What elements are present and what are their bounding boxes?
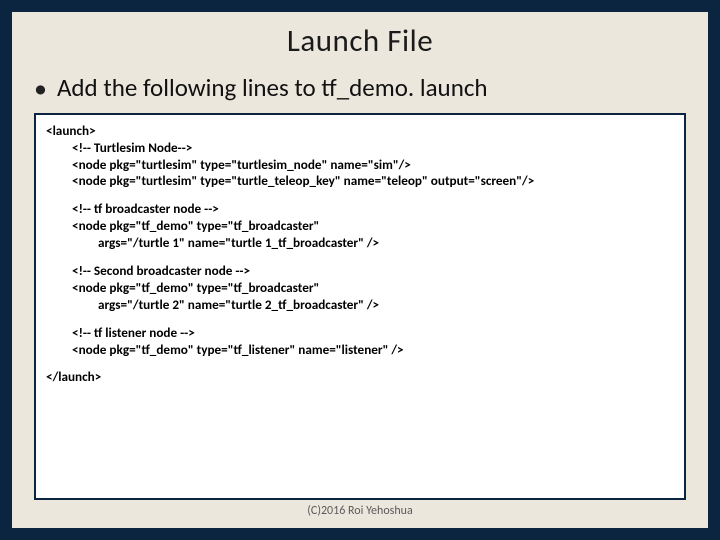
code-line: args="/turtle 1" name="turtle 1_tf_broad…	[46, 235, 674, 252]
code-line: <node pkg="tf_demo" type="tf_listener" n…	[46, 342, 674, 359]
code-block-1: <launch> <!-- Turtlesim Node--> <node pk…	[46, 123, 674, 191]
code-block-4: <!-- tf listener node --> <node pkg="tf_…	[46, 325, 674, 359]
bullet-marker: •	[34, 74, 47, 103]
footer-copyright: (C)2016 Roi Yehoshua	[34, 500, 686, 520]
code-line: <node pkg="tf_demo" type="tf_broadcaster…	[46, 280, 674, 297]
code-block-3: <!-- Second broadcaster node --> <node p…	[46, 263, 674, 314]
code-line: <node pkg="turtlesim" type="turtle_teleo…	[46, 173, 674, 190]
code-line: <!-- Second broadcaster node -->	[46, 263, 674, 280]
slide: Launch File • Add the following lines to…	[12, 12, 708, 528]
slide-title: Launch File	[34, 22, 686, 60]
bullet-row: • Add the following lines to tf_demo. la…	[34, 74, 686, 103]
bullet-text: Add the following lines to tf_demo. laun…	[57, 74, 488, 103]
code-line: <node pkg="tf_demo" type="tf_broadcaster…	[46, 218, 674, 235]
code-block-2: <!-- tf broadcaster node --> <node pkg="…	[46, 201, 674, 252]
code-line: </launch>	[46, 369, 674, 386]
code-line: <launch>	[46, 123, 674, 140]
code-line: <!-- tf listener node -->	[46, 325, 674, 342]
code-block-5: </launch>	[46, 369, 674, 386]
code-line: args="/turtle 2" name="turtle 2_tf_broad…	[46, 297, 674, 314]
code-box: <launch> <!-- Turtlesim Node--> <node pk…	[34, 113, 686, 500]
code-line: <node pkg="turtlesim" type="turtlesim_no…	[46, 157, 674, 174]
code-line: <!-- Turtlesim Node-->	[46, 140, 674, 157]
code-line: <!-- tf broadcaster node -->	[46, 201, 674, 218]
